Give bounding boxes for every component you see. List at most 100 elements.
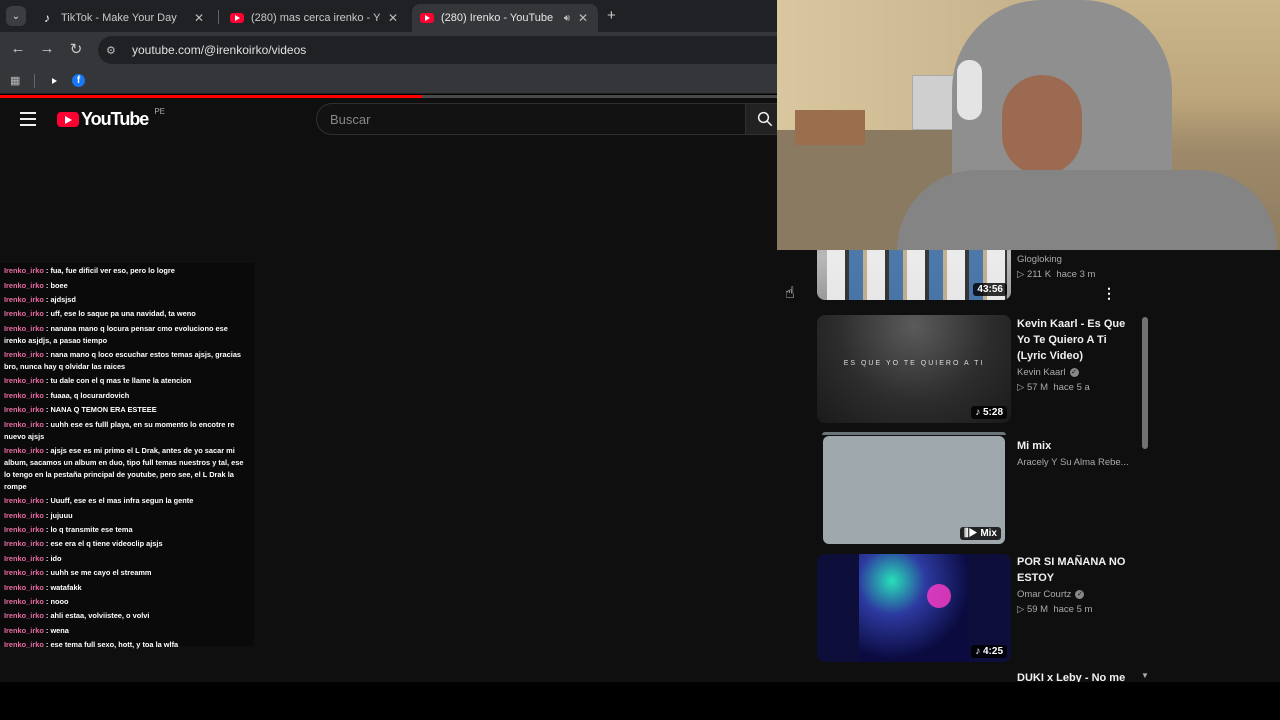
- video-age: hace 3 m: [1056, 269, 1096, 280]
- tiktok-icon: ♪: [44, 11, 50, 25]
- chat-text: boee: [50, 280, 68, 290]
- bookmark-divider: [34, 74, 35, 88]
- chat-message: Irenko_irko : fuaaa, q locurardovich: [4, 390, 130, 400]
- youtube-icon: [420, 11, 434, 25]
- chat-message: Irenko_irko : ajsjs ese es mi primo el L…: [4, 445, 244, 491]
- close-icon[interactable]: ✕: [192, 11, 206, 25]
- chat-text: fuaaa, q locurardovich: [50, 390, 130, 400]
- chat-text: ahli estaa, volviistee, o volvi: [50, 611, 150, 621]
- chat-username: Irenko_irko: [4, 640, 44, 650]
- chat-message: Irenko_irko : ahli estaa, volviistee, o …: [4, 611, 150, 621]
- chat-username: Irenko_irko: [4, 376, 44, 386]
- video-thumbnail[interactable]: ♪ 4:25: [817, 554, 1011, 662]
- apps-grid-icon[interactable]: ▦: [10, 74, 20, 87]
- chat-username: Irenko_irko: [4, 280, 44, 290]
- chat-message: Irenko_irko : ido: [4, 553, 62, 563]
- video-title[interactable]: Kevin Kaarl - Es Que Yo Te Quiero A Ti (…: [1017, 316, 1137, 364]
- tab-tiktok[interactable]: ♪ TikTok - Make Your Day ✕: [32, 4, 214, 32]
- chat-text: watafakk: [50, 582, 82, 592]
- chat-username: Irenko_irko: [4, 405, 44, 415]
- site-info-icon[interactable]: ⚙︎: [106, 44, 124, 57]
- chat-message: Irenko_irko : wena: [4, 625, 69, 635]
- address-bar[interactable]: ⚙︎ youtube.com/@irenkoirko/videos: [98, 36, 798, 64]
- search-input[interactable]: [330, 111, 745, 127]
- new-tab-button[interactable]: +: [607, 7, 616, 24]
- facebook-icon[interactable]: f: [72, 74, 85, 87]
- video-channel[interactable]: Glogloking: [1017, 254, 1137, 265]
- loading-progress-bar: [0, 95, 422, 98]
- video-duration: 43:56: [973, 283, 1007, 296]
- chat-message: Irenko_irko : watafakk: [4, 582, 82, 592]
- chat-message: Irenko_irko : ese era el q tiene videocl…: [4, 539, 163, 549]
- back-button[interactable]: ←: [8, 40, 28, 57]
- scrollbar-thumb[interactable]: [1142, 317, 1148, 449]
- stream-chat: Irenko_irko : fua, fue dificil ver eso, …: [0, 263, 254, 649]
- address-url: youtube.com/@irenkoirko/videos: [132, 43, 307, 57]
- country-code: PE: [154, 107, 165, 116]
- chat-text: Uuuff, ese es el mas infra segun la gent…: [50, 496, 194, 506]
- bottom-black-bar: [0, 682, 1280, 720]
- chat-username: Irenko_irko: [4, 294, 44, 304]
- chat-username: Irenko_irko: [4, 309, 44, 319]
- chat-message: Irenko_irko : ese tema full sexo, hott, …: [4, 640, 179, 650]
- chat-message: Irenko_irko : jujuuu: [4, 510, 73, 520]
- chat-username: Irenko_irko: [4, 419, 44, 429]
- video-thumbnail[interactable]: ES QUE YO TE QUIERO A TI ♪ 5:28: [817, 315, 1011, 423]
- chat-message: Irenko_irko : fua, fue dificil ver eso, …: [4, 266, 175, 276]
- chat-text: lo q transmite ese tema: [50, 525, 133, 535]
- chat-text: uuhh se me cayo el streamm: [50, 568, 152, 578]
- plus-icon: +: [607, 7, 616, 24]
- chat-text: ese tema full sexo, hott, y toa la wlfa: [50, 640, 179, 650]
- chat-text: nooo: [50, 596, 69, 606]
- video-channel[interactable]: Aracely Y Su Alma Rebe...: [1017, 457, 1137, 468]
- tab-youtube-mas-cerca[interactable]: (280) mas cerca irenko - YouTube ✕: [222, 4, 408, 32]
- chat-text: ajdsjsd: [50, 294, 76, 304]
- tab-title: (280) Irenko - YouTube: [441, 12, 554, 24]
- youtube-logo[interactable]: YouTube PE: [57, 107, 165, 130]
- video-channel[interactable]: Kevin Kaarl: [1017, 367, 1066, 378]
- video-title[interactable]: Mi mix: [1017, 438, 1137, 454]
- chat-message: Irenko_irko : nanana mano q locura pensa…: [4, 323, 228, 345]
- chat-message: Irenko_irko : ajdsjsd: [4, 294, 76, 304]
- close-icon[interactable]: ✕: [576, 11, 590, 25]
- chat-message: Irenko_irko : uuhh se me cayo el streamm: [4, 568, 152, 578]
- chat-text: uff, ese lo saque pa una navidad, ta wen…: [50, 309, 196, 319]
- chat-message: Irenko_irko : uff, ese lo saque pa una n…: [4, 309, 196, 319]
- chat-text: wena: [50, 625, 69, 635]
- video-title[interactable]: DUKI x Leby - No me: [1017, 670, 1137, 682]
- tab-youtube-irenko[interactable]: (280) Irenko - YouTube 🔊︎ ✕: [412, 4, 598, 32]
- chat-text: ido: [50, 553, 62, 563]
- chat-username: Irenko_irko: [4, 525, 44, 535]
- chat-text: tu dale con el q mas te llame la atencio…: [50, 376, 192, 386]
- chat-username: Irenko_irko: [4, 553, 44, 563]
- tab-title: TikTok - Make Your Day: [61, 12, 177, 24]
- reload-button[interactable]: ↻: [66, 40, 86, 58]
- chat-username: Irenko_irko: [4, 350, 44, 360]
- menu-icon[interactable]: [20, 112, 36, 130]
- video-views: ▷ 211 K: [1017, 269, 1052, 280]
- mix-thumbnail[interactable]: ⫼▶ Mix: [823, 436, 1005, 544]
- tab-search-button[interactable]: ⌄: [6, 6, 26, 26]
- search-box[interactable]: [316, 103, 746, 135]
- video-channel[interactable]: Omar Courtz: [1017, 589, 1071, 600]
- video-thumbnail[interactable]: 43:56: [817, 250, 1011, 300]
- close-icon[interactable]: ✕: [386, 11, 400, 25]
- more-options-icon[interactable]: ⋮: [1102, 285, 1116, 302]
- scroll-down-icon[interactable]: ▼: [1141, 671, 1149, 680]
- chat-message: Irenko_irko : tu dale con el q mas te ll…: [4, 376, 192, 386]
- youtube-icon: [230, 11, 244, 25]
- video-title[interactable]: POR SI MAÑANA NO ESTOY: [1017, 554, 1137, 586]
- chat-text: NANA Q TEMON ERA ESTEEE: [50, 405, 157, 415]
- screen: ⌄ ♪ TikTok - Make Your Day ✕ (280) mas c…: [0, 0, 1280, 720]
- chevron-down-icon: ⌄: [11, 10, 21, 22]
- chat-username: Irenko_irko: [4, 582, 44, 592]
- chat-message: Irenko_irko : nana mano q loco escuchar …: [4, 350, 242, 372]
- forward-button[interactable]: →: [37, 40, 57, 57]
- speaker-icon[interactable]: 🔊︎: [564, 13, 570, 24]
- video-views: ▷ 59 M: [1017, 604, 1049, 615]
- chat-username: Irenko_irko: [4, 266, 44, 276]
- chat-username: Irenko_irko: [4, 625, 44, 635]
- webcam-overlay: [777, 0, 1280, 250]
- chat-username: Irenko_irko: [4, 390, 44, 400]
- video-age: hace 5 a: [1053, 382, 1090, 393]
